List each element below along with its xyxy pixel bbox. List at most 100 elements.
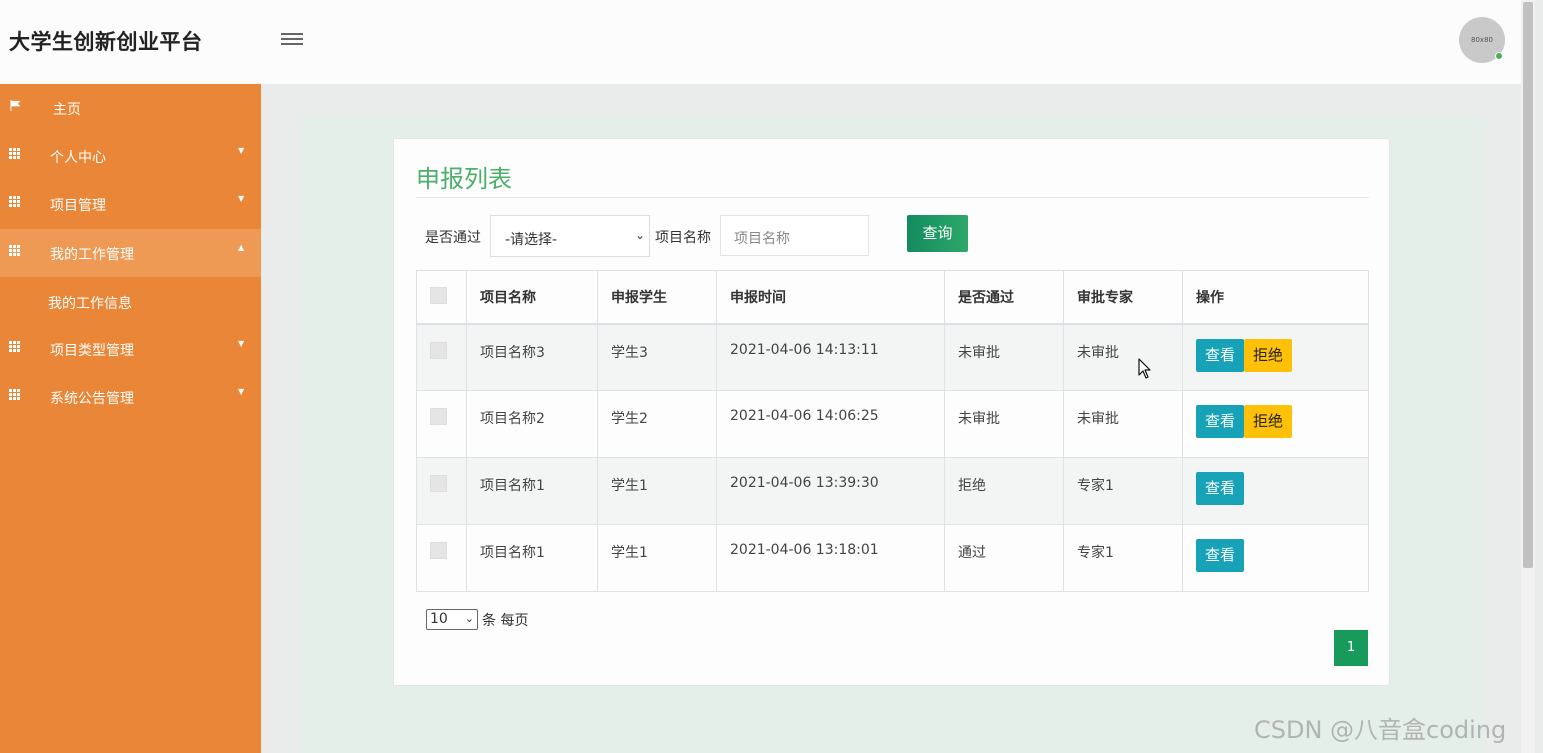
grid-icon <box>9 245 22 256</box>
top-header: 大学生创新创业平台 80x80 <box>0 0 1521 84</box>
caret-up-icon: ▲ <box>238 243 245 252</box>
caret-down-icon: ▼ <box>238 387 245 396</box>
time-cell: 2021-04-06 13:18:01 <box>716 524 945 592</box>
row-select-cell <box>416 323 467 391</box>
student-cell: 学生1 <box>597 524 717 592</box>
expert-cell: 专家1 <box>1063 524 1183 592</box>
table-row: 项目名称3 学生3 2021-04-06 14:13:11 未审批 未审批 查看… <box>416 323 1369 391</box>
sidebar-item-home[interactable]: 主页 <box>0 84 261 132</box>
view-button[interactable]: 查看 <box>1196 405 1245 438</box>
caret-down-icon: ▼ <box>238 146 245 155</box>
sidebar-subitem-label: 我的工作信息 <box>48 296 132 312</box>
page-size-value: 10 <box>430 611 448 627</box>
actions-cell: 查看 <box>1182 524 1369 592</box>
student-cell: 学生1 <box>597 457 717 525</box>
sidebar-item-my-work-management[interactable]: 我的工作管理 ▲ <box>0 229 261 277</box>
column-header: 审批专家 <box>1063 270 1183 325</box>
sidebar-item-project-management[interactable]: 项目管理 ▼ <box>0 180 261 228</box>
row-select-cell <box>416 457 467 525</box>
passed-filter-value: -请选择- <box>505 232 558 248</box>
sidebar: 主页 个人中心 ▼ 项目管理 ▼ 我的工作管理 ▲ 我的工作信息 项目类型管理 … <box>0 84 261 753</box>
student-cell: 学生3 <box>597 323 717 391</box>
declaration-table: 项目名称 申报学生 申报时间 是否通过 审批专家 操作 项目名称3 学生3 20… <box>416 270 1369 592</box>
watermark: CSDN @八音盒coding <box>1254 716 1507 744</box>
grid-icon <box>9 389 22 400</box>
column-header: 操作 <box>1182 270 1369 325</box>
title-divider <box>416 197 1369 198</box>
row-select-cell <box>416 524 467 592</box>
project-name-cell: 项目名称1 <box>466 457 598 525</box>
grid-icon <box>9 341 22 352</box>
grid-icon <box>9 196 22 207</box>
passed-cell: 拒绝 <box>944 457 1064 525</box>
row-checkbox[interactable] <box>430 475 447 492</box>
sidebar-item-label: 个人中心 <box>50 150 106 166</box>
time-cell: 2021-04-06 14:06:25 <box>716 390 945 458</box>
project-name-cell: 项目名称3 <box>466 323 598 391</box>
actions-cell: 查看 拒绝 <box>1182 323 1369 391</box>
sidebar-item-label: 项目类型管理 <box>50 343 134 359</box>
view-button[interactable]: 查看 <box>1196 472 1245 505</box>
select-all-cell <box>416 270 467 325</box>
column-header: 是否通过 <box>944 270 1064 325</box>
table-header-row: 项目名称 申报学生 申报时间 是否通过 审批专家 操作 <box>416 270 1369 325</box>
column-header: 项目名称 <box>466 270 598 325</box>
app-title: 大学生创新创业平台 <box>9 30 203 54</box>
sidebar-item-project-type-management[interactable]: 项目类型管理 ▼ <box>0 325 261 373</box>
chevron-down-icon: ⌄ <box>464 612 474 625</box>
column-header: 申报学生 <box>597 270 717 325</box>
project-name-cell: 项目名称2 <box>466 390 598 458</box>
table-row: 项目名称2 学生2 2021-04-06 14:06:25 未审批 未审批 查看… <box>416 390 1369 458</box>
table-row: 项目名称1 学生1 2021-04-06 13:18:01 通过 专家1 查看 <box>416 524 1369 592</box>
view-button[interactable]: 查看 <box>1196 539 1245 572</box>
list-card: 申报列表 是否通过 -请选择- ⌄ 项目名称 项目名称 查询 项目名称 申报学生… <box>393 138 1390 686</box>
select-all-checkbox[interactable] <box>430 287 447 305</box>
sidebar-item-announcement-management[interactable]: 系统公告管理 ▼ <box>0 373 261 421</box>
page-size-select[interactable]: 10 ⌄ <box>426 609 478 630</box>
flag-icon <box>10 100 21 111</box>
row-select-cell <box>416 390 467 458</box>
caret-down-icon: ▼ <box>238 339 245 348</box>
expert-cell: 未审批 <box>1063 390 1183 458</box>
row-checkbox[interactable] <box>430 542 447 559</box>
row-checkbox[interactable] <box>430 341 447 359</box>
expert-cell: 专家1 <box>1063 457 1183 525</box>
student-cell: 学生2 <box>597 390 717 458</box>
passed-cell: 未审批 <box>944 323 1064 391</box>
actions-cell: 查看 <box>1182 457 1369 525</box>
search-button[interactable]: 查询 <box>907 215 968 252</box>
time-cell: 2021-04-06 14:13:11 <box>716 323 945 391</box>
scrollbar-thumb[interactable] <box>1523 2 1533 568</box>
time-cell: 2021-04-06 13:39:30 <box>716 457 945 525</box>
passed-filter-select[interactable]: -请选择- ⌄ <box>490 215 650 257</box>
sidebar-item-personal-center[interactable]: 个人中心 ▼ <box>0 132 261 180</box>
passed-cell: 通过 <box>944 524 1064 592</box>
caret-down-icon: ▼ <box>238 194 245 203</box>
sidebar-subitem-my-work-info[interactable]: 我的工作信息 <box>0 277 261 325</box>
sidebar-item-label: 主页 <box>53 102 81 118</box>
sidebar-item-label: 项目管理 <box>50 198 106 214</box>
passed-filter-label: 是否通过 <box>425 230 481 246</box>
reject-button[interactable]: 拒绝 <box>1244 405 1293 438</box>
mouse-cursor-icon <box>1138 358 1151 379</box>
page-size-label: 条 每页 <box>482 613 529 629</box>
table-row: 项目名称1 学生1 2021-04-06 13:39:30 拒绝 专家1 查看 <box>416 457 1369 525</box>
project-name-cell: 项目名称1 <box>466 524 598 592</box>
online-status-dot <box>1495 52 1503 60</box>
reject-button[interactable]: 拒绝 <box>1244 338 1293 372</box>
chevron-down-icon: ⌄ <box>634 228 645 242</box>
page-number-button[interactable]: 1 <box>1334 630 1368 666</box>
page-scrollbar[interactable] <box>1521 0 1535 753</box>
name-filter-label: 项目名称 <box>655 230 711 246</box>
actions-cell: 查看 拒绝 <box>1182 390 1369 458</box>
expert-cell: 未审批 <box>1063 323 1183 391</box>
menu-toggle-icon[interactable] <box>281 30 303 48</box>
sidebar-item-label: 系统公告管理 <box>50 391 134 407</box>
project-name-input[interactable]: 项目名称 <box>720 215 869 256</box>
row-checkbox[interactable] <box>430 408 447 425</box>
passed-cell: 未审批 <box>944 390 1064 458</box>
page-title: 申报列表 <box>416 165 512 193</box>
view-button[interactable]: 查看 <box>1196 338 1245 372</box>
sidebar-item-label: 我的工作管理 <box>50 247 134 263</box>
grid-icon <box>9 148 22 159</box>
